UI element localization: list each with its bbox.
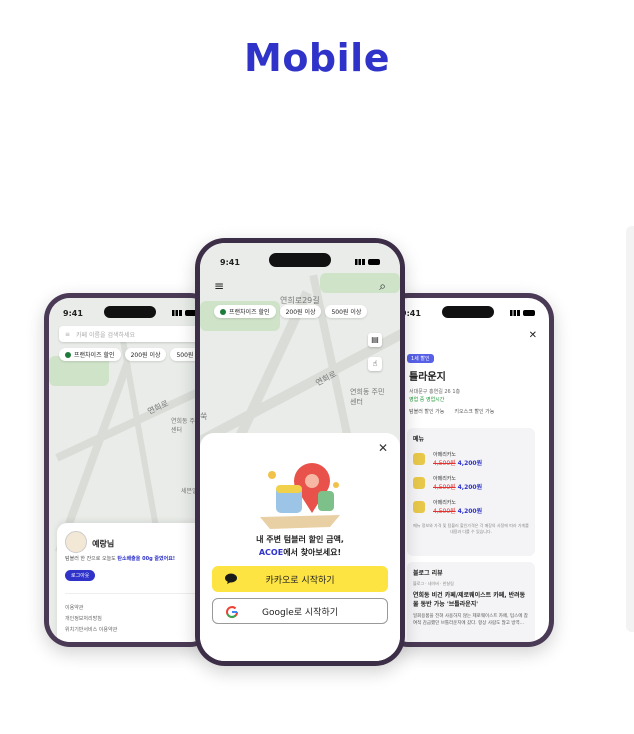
tag-row: 텀블러 할인 가능 키오스크 할인 가능 [409, 408, 494, 415]
open-status: 영업 중 영업시간 [409, 397, 445, 403]
menu-item[interactable]: 아메리카노 4,500원 4,200원 [413, 499, 529, 515]
close-icon[interactable]: ✕ [529, 330, 537, 341]
menu-icon[interactable]: ≡ [214, 279, 224, 294]
user-name: 예랑님 [92, 539, 115, 549]
battery-icon [523, 310, 535, 316]
user-desc: 텀블러 한 잔으로 오늘도 탄소배출을 00g 줄였어요! [65, 556, 176, 562]
search-input[interactable]: ≡ 카페 이름을 검색하세요 ⌕ [59, 326, 207, 342]
right-phone-mockup: 9:41 ✕ 1세 할인 틀라운지 서대문구 홍연길 26 1층 영업 중 영업… [382, 293, 554, 647]
menu-item[interactable]: 아메리카노 4,500원 4,200원 [413, 475, 529, 491]
signal-icon [510, 310, 520, 316]
menu-thumbnail [413, 501, 425, 513]
status-time: 9:41 [220, 257, 240, 267]
menu-item-terms[interactable]: 이용약관 [65, 604, 203, 611]
page-title: Mobile [244, 36, 390, 80]
blog-headline: 연희동 비건 카페/제로웨이스트 카페, 반려동물 동반 가능 '브틀라운지' [413, 592, 526, 608]
close-icon[interactable]: ✕ [378, 441, 388, 455]
left-phone-screen: 9:41 ≡ 카페 이름을 검색하세요 ⌕ 프랜차이즈 할인 200원 이상 5… [49, 298, 211, 642]
filter-chip-franchise[interactable]: 프랜차이즈 할인 [59, 348, 121, 361]
menu-item-privacy[interactable]: 개인정보처리방침 [65, 615, 203, 622]
filter-chip-200[interactable]: 200원 이상 [124, 348, 167, 361]
dynamic-island [269, 253, 331, 267]
map-label: 쑥 [200, 412, 208, 421]
dynamic-island [442, 306, 494, 318]
profile-card: 예랑님 텀블러 한 잔으로 오늘도 탄소배출을 00g 줄였어요! 로그아웃 이… [57, 523, 211, 642]
left-phone-mockup: 9:41 ≡ 카페 이름을 검색하세요 ⌕ 프랜차이즈 할인 200원 이상 5… [44, 293, 216, 647]
starbucks-icon [65, 351, 71, 358]
search-placeholder: 카페 이름을 검색하세요 [76, 331, 136, 339]
status-time: 9:41 [63, 308, 83, 318]
discount-badge: 1세 할인 [407, 354, 434, 363]
list-icon[interactable]: ▤ [368, 333, 382, 347]
menu-note: 메뉴 정보와 가격 및 텀블러 할인가격은 각 매장의 사정에 따라 가게를 내… [413, 523, 529, 534]
tag-tumbler: 텀블러 할인 가능 [409, 409, 445, 415]
login-sheet: ✕ 내 주변 텀블러 할인 금액, ACOE에서 찾아보세요! 카카오로 시작하… [200, 433, 400, 661]
google-icon [226, 606, 239, 619]
map-label: 연희동 주민센터 [350, 388, 385, 406]
edge-hint [626, 226, 634, 632]
menu-thumbnail [413, 453, 425, 465]
menu-item-location[interactable]: 위치기반서비스 이용약관 [65, 626, 203, 633]
blog-body: 일회용품을 전혀 사용하지 않는 제로웨이스트 카페, 텀스에 참여적 감금했던… [413, 614, 528, 626]
filter-chip-500[interactable]: 500원 이상 [325, 305, 368, 318]
search-icon[interactable]: ⌕ [379, 279, 386, 294]
login-message: 내 주변 텀블러 할인 금액, ACOE에서 찾아보세요! [256, 535, 344, 557]
blog-review-card[interactable]: 블로그 리뷰 블로그 · 네이버 · 한살림 연희동 비건 카페/제로웨이스트 … [407, 562, 535, 642]
blog-section-title: 블로그 리뷰 [413, 570, 443, 577]
tag-kiosk: 키오스크 할인 가능 [454, 409, 495, 415]
dynamic-island [104, 306, 156, 318]
filter-chip-franchise[interactable]: 프랜차이즈 할인 [214, 305, 276, 318]
menu-list: 이용약관 개인정보처리방침 위치기반서비스 이용약관 [65, 593, 203, 633]
google-login-button[interactable]: Google로 시작하기 [212, 598, 388, 624]
cafe-address: 서대문구 홍연길 26 1층 [409, 389, 461, 395]
avatar [65, 531, 87, 553]
hand-icon[interactable]: ☝ [368, 357, 382, 371]
kakao-icon [225, 573, 237, 584]
kakao-login-button[interactable]: 카카오로 시작하기 [212, 566, 388, 592]
menu-section: 메뉴 아메리카노 4,500원 4,200원 아메리카노 4,500원 4,20… [407, 428, 535, 556]
blog-meta: 블로그 · 네이버 · 한살림 [413, 581, 454, 586]
menu-icon[interactable]: ≡ [65, 331, 70, 338]
tumbler-illustration-icon [260, 463, 340, 529]
center-phone-mockup: 9:41 ≡ ⌕ 프랜차이즈 할인 200원 이상 500원 이상 ▤ ☝ 연희… [195, 238, 405, 666]
top-bar: ≡ ⌕ [214, 279, 386, 294]
cafe-title: 틀라운지 [409, 372, 446, 383]
right-phone-screen: 9:41 ✕ 1세 할인 틀라운지 서대문구 홍연길 26 1층 영업 중 영업… [387, 298, 549, 642]
battery-icon [368, 259, 380, 265]
map-side-buttons: ▤ ☝ [368, 333, 382, 371]
signal-icon [355, 259, 365, 265]
menu-thumbnail [413, 477, 425, 489]
starbucks-icon [220, 308, 226, 315]
signal-icon [172, 310, 182, 316]
center-phone-screen: 9:41 ≡ ⌕ 프랜차이즈 할인 200원 이상 500원 이상 ▤ ☝ 연희… [200, 243, 400, 661]
logout-button[interactable]: 로그아웃 [65, 570, 96, 581]
menu-item[interactable]: 아메리카노 4,500원 4,200원 [413, 451, 529, 467]
menu-section-title: 메뉴 [413, 436, 425, 443]
filter-chip-200[interactable]: 200원 이상 [279, 305, 322, 318]
